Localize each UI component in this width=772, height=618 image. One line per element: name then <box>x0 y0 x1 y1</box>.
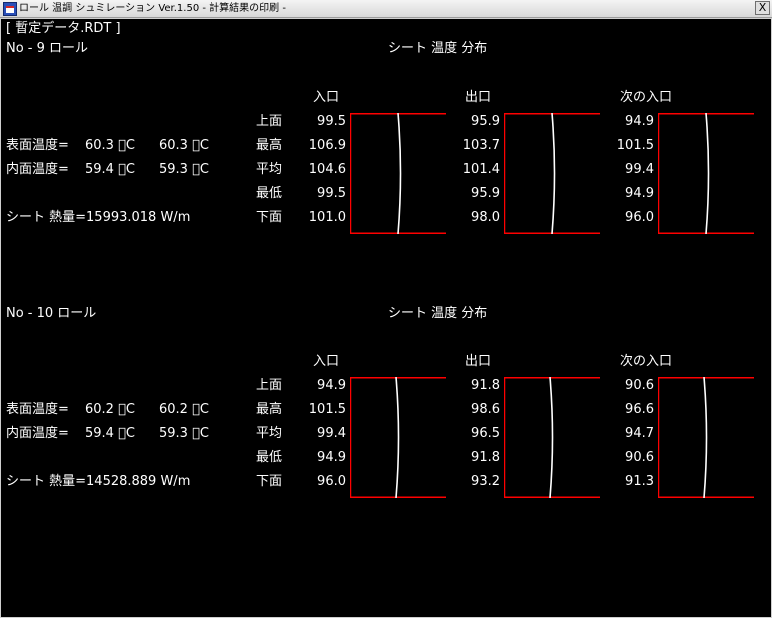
value-cell: 98.6 <box>471 402 500 417</box>
row-label-max: 最高 <box>256 402 283 417</box>
distribution-title: シート 温度 分布 <box>388 306 488 321</box>
roll-section-1: No - 9 ロール シート 温度 分布 表面温度= 60.3 ゚C 60.3 … <box>0 0 772 260</box>
surface-temp-2: 60.2 ゚C <box>159 402 209 417</box>
profile-curve <box>551 113 556 234</box>
value-cell: 90.6 <box>625 450 654 465</box>
value-cell: 104.6 <box>308 162 346 177</box>
value-cell: 101.5 <box>616 138 654 153</box>
column-header-outlet: 出口 <box>465 354 492 369</box>
value-cell: 95.9 <box>471 186 500 201</box>
temperature-profile-box <box>504 113 600 234</box>
column-header-outlet: 出口 <box>465 90 492 105</box>
value-cell: 99.4 <box>625 162 654 177</box>
value-cell: 96.0 <box>625 210 654 225</box>
value-cell: 91.8 <box>471 450 500 465</box>
inner-temp-2: 59.3 ゚C <box>159 162 209 177</box>
profile-curve <box>705 113 710 234</box>
distribution-title: シート 温度 分布 <box>388 41 488 56</box>
temperature-profile-box <box>504 377 600 498</box>
value-cell: 103.7 <box>462 138 500 153</box>
value-cell: 94.7 <box>625 426 654 441</box>
value-cell: 96.6 <box>625 402 654 417</box>
surface-temp-1: 60.3 ゚C <box>85 138 135 153</box>
surface-temp-1: 60.2 ゚C <box>85 402 135 417</box>
value-cell: 99.5 <box>317 186 346 201</box>
value-cell: 95.9 <box>471 114 500 129</box>
value-cell: 93.2 <box>471 474 500 489</box>
inner-temp-1: 59.4 ゚C <box>85 426 135 441</box>
roll-label: No - 9 ロール <box>6 41 89 56</box>
inner-temp-1: 59.4 ゚C <box>85 162 135 177</box>
profile-curve <box>395 377 400 498</box>
value-cell: 91.3 <box>625 474 654 489</box>
row-label-top: 上面 <box>256 378 283 393</box>
temperature-profile-box <box>658 377 754 498</box>
value-cell: 99.4 <box>317 426 346 441</box>
value-cell: 96.5 <box>471 426 500 441</box>
value-cell: 94.9 <box>625 114 654 129</box>
column-header-next-inlet: 次の入口 <box>620 354 673 369</box>
column-header-next-inlet: 次の入口 <box>620 90 673 105</box>
row-label-bottom: 下面 <box>256 474 283 489</box>
value-cell: 90.6 <box>625 378 654 393</box>
profile-curve <box>397 113 402 234</box>
inner-temp-label: 内面温度= <box>6 162 69 177</box>
profile-curve <box>703 377 708 498</box>
roll-section-2: No - 10 ロール シート 温度 分布 表面温度= 60.2 ゚C 60.2… <box>0 264 772 524</box>
sheet-heat: シート 熱量=14528.889 W/m <box>6 474 191 489</box>
temperature-profile-box <box>350 113 446 234</box>
value-cell: 91.8 <box>471 378 500 393</box>
row-label-bottom: 下面 <box>256 210 283 225</box>
surface-temp-label: 表面温度= <box>6 138 69 153</box>
value-cell: 106.9 <box>308 138 346 153</box>
row-label-avg: 平均 <box>256 426 283 441</box>
roll-label: No - 10 ロール <box>6 306 97 321</box>
value-cell: 101.4 <box>462 162 500 177</box>
inner-temp-2: 59.3 ゚C <box>159 426 209 441</box>
value-cell: 94.9 <box>317 450 346 465</box>
row-label-min: 最低 <box>256 186 283 201</box>
column-header-inlet: 入口 <box>313 90 340 105</box>
value-cell: 94.9 <box>625 186 654 201</box>
value-cell: 101.5 <box>308 402 346 417</box>
row-label-min: 最低 <box>256 450 283 465</box>
row-label-max: 最高 <box>256 138 283 153</box>
inner-temp-label: 内面温度= <box>6 426 69 441</box>
row-label-top: 上面 <box>256 114 283 129</box>
profile-curve <box>549 377 554 498</box>
sheet-heat: シート 熱量=15993.018 W/m <box>6 210 191 225</box>
surface-temp-2: 60.3 ゚C <box>159 138 209 153</box>
column-header-inlet: 入口 <box>313 354 340 369</box>
value-cell: 94.9 <box>317 378 346 393</box>
value-cell: 99.5 <box>317 114 346 129</box>
temperature-profile-box <box>350 377 446 498</box>
value-cell: 96.0 <box>317 474 346 489</box>
value-cell: 98.0 <box>471 210 500 225</box>
temperature-profile-box <box>658 113 754 234</box>
value-cell: 101.0 <box>308 210 346 225</box>
surface-temp-label: 表面温度= <box>6 402 69 417</box>
row-label-avg: 平均 <box>256 162 283 177</box>
